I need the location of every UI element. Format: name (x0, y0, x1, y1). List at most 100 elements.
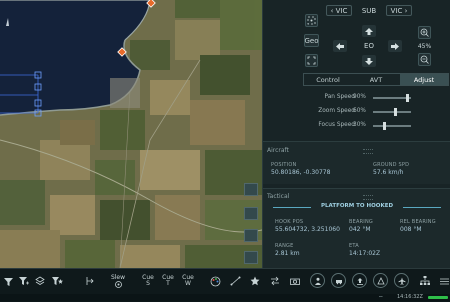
menu-button[interactable] (438, 272, 450, 290)
clock-time: 14:16:32Z (397, 294, 423, 300)
focus-speed-row: Focus Speed 30% (305, 122, 445, 130)
filter-button[interactable] (2, 272, 14, 290)
measure-button[interactable] (228, 272, 242, 290)
zoom-in-icon (420, 28, 429, 37)
eta-value: 14:17:02Z (349, 250, 381, 257)
aircraft-title: Aircraft (267, 147, 289, 154)
tab-control[interactable]: Control (304, 74, 352, 85)
star-icon (250, 276, 260, 286)
crosshair-icon (307, 16, 316, 25)
zoom-out-button[interactable] (418, 53, 431, 66)
ring-1-button[interactable] (310, 273, 325, 288)
connection-indicator (428, 296, 448, 299)
cue-s-button[interactable]: Cue S (141, 272, 155, 290)
platform-banner: PLATFORM TO HOOKED (273, 203, 441, 211)
sub-button[interactable]: SUB (358, 5, 380, 16)
focus-speed-label: Focus Speed (318, 122, 355, 128)
slew-button[interactable]: Slew (110, 272, 126, 290)
favorite-filter-button[interactable] (50, 272, 64, 290)
zoom-speed-track[interactable] (373, 108, 411, 116)
pan-speed-track[interactable] (373, 94, 411, 102)
vic-left-button[interactable]: ‹ VIC (326, 5, 352, 16)
ring-3-button[interactable] (352, 273, 367, 288)
bottom-toolbar: Slew Cue S Cue T Cue W ⌔ 14:16:32Z (0, 268, 450, 302)
filter-plus-button[interactable] (18, 272, 30, 290)
zoom-speed-thumb[interactable] (394, 108, 398, 116)
palette-button[interactable] (208, 272, 222, 290)
bearing-label: BEARING (349, 219, 373, 225)
focus-speed-value: 30% (353, 122, 366, 128)
zoom-level: 45% (417, 43, 432, 50)
vic-right-button[interactable]: VIC › (386, 5, 412, 16)
eo-button[interactable]: EO (360, 40, 378, 52)
target-button[interactable] (305, 14, 318, 27)
ring-2-button[interactable] (331, 273, 346, 288)
map-layer-button[interactable] (244, 183, 258, 196)
position-value: 50.80186, -0.30778 (271, 169, 331, 176)
palette-icon (210, 276, 220, 286)
map-view[interactable] (0, 0, 262, 268)
cue-w-button[interactable]: Cue W (181, 272, 195, 290)
geo-button[interactable]: Geo (304, 34, 319, 47)
network-icon (420, 276, 430, 285)
drag-handle-icon[interactable] (363, 195, 373, 200)
hook-pos-label: HOOK POS (275, 219, 304, 225)
tilt-up-button[interactable] (362, 25, 376, 37)
camera-icon (290, 278, 300, 285)
measure-icon (230, 276, 240, 286)
zoom-speed-label: Zoom Speed (318, 108, 355, 114)
track-button[interactable] (84, 272, 98, 290)
frame-button[interactable] (305, 54, 318, 67)
range-value: 2.81 km (275, 250, 300, 257)
rel-bearing-label: REL BEARING (400, 219, 436, 225)
pan-left-button[interactable] (333, 40, 347, 52)
position-label: POSITION (271, 162, 297, 168)
hook-pos-value: 55.604732, 3.251060 (275, 226, 340, 233)
tab-adjust[interactable]: Adjust (400, 74, 448, 85)
pan-speed-label: Pan Speed (324, 94, 355, 100)
vehicle-icon (335, 279, 342, 284)
arrow-up-icon (365, 27, 373, 35)
ground-spd-value: 57.6 km/h (373, 169, 404, 176)
plane-icon (398, 277, 405, 285)
camera-button[interactable] (288, 272, 302, 290)
eta-label: ETA (349, 243, 359, 249)
focus-speed-track[interactable] (373, 122, 411, 130)
ring-5-button[interactable] (394, 273, 409, 288)
upload-icon (356, 277, 363, 285)
slew-icon (114, 280, 122, 288)
arrow-down-icon (365, 57, 373, 65)
favorite-button[interactable] (248, 272, 262, 290)
pan-speed-thumb[interactable] (405, 94, 409, 102)
satellite-map[interactable] (0, 0, 262, 268)
map-center-button[interactable] (244, 251, 258, 264)
person-icon (314, 277, 321, 285)
cue-t-button[interactable]: Cue T (161, 272, 175, 290)
network-button[interactable] (418, 272, 432, 290)
tactical-title: Tactical (267, 193, 290, 200)
range-label: RANGE (275, 243, 294, 249)
map-track-button[interactable] (244, 229, 258, 242)
map-fit-button[interactable] (244, 207, 258, 220)
tab-avt[interactable]: AVT (352, 74, 400, 85)
menu-icon (439, 278, 449, 284)
pan-speed-value: 90% (353, 94, 366, 100)
layer-button[interactable] (34, 272, 46, 290)
zoom-in-button[interactable] (418, 26, 431, 39)
arrow-right-icon (391, 42, 399, 50)
focus-speed-thumb[interactable] (382, 122, 386, 130)
arrow-left-icon (336, 42, 344, 50)
frame-icon (307, 56, 316, 65)
aircraft-panel: Aircraft POSITION 50.80186, -0.30778 GRO… (263, 141, 450, 184)
tilt-down-button[interactable] (362, 55, 376, 67)
bearing-value: 042 °M (349, 226, 371, 233)
pan-right-button[interactable] (388, 40, 402, 52)
ring-4-button[interactable] (373, 273, 388, 288)
ground-spd-label: GROUND SPD (373, 162, 410, 168)
chevron-right-icon: › (402, 6, 408, 15)
wifi-icon: ⌔ (378, 295, 384, 302)
swap-button[interactable] (268, 272, 282, 290)
drag-handle-icon[interactable] (363, 149, 373, 154)
filter-icon (3, 277, 13, 286)
filter-add-icon (19, 277, 29, 285)
